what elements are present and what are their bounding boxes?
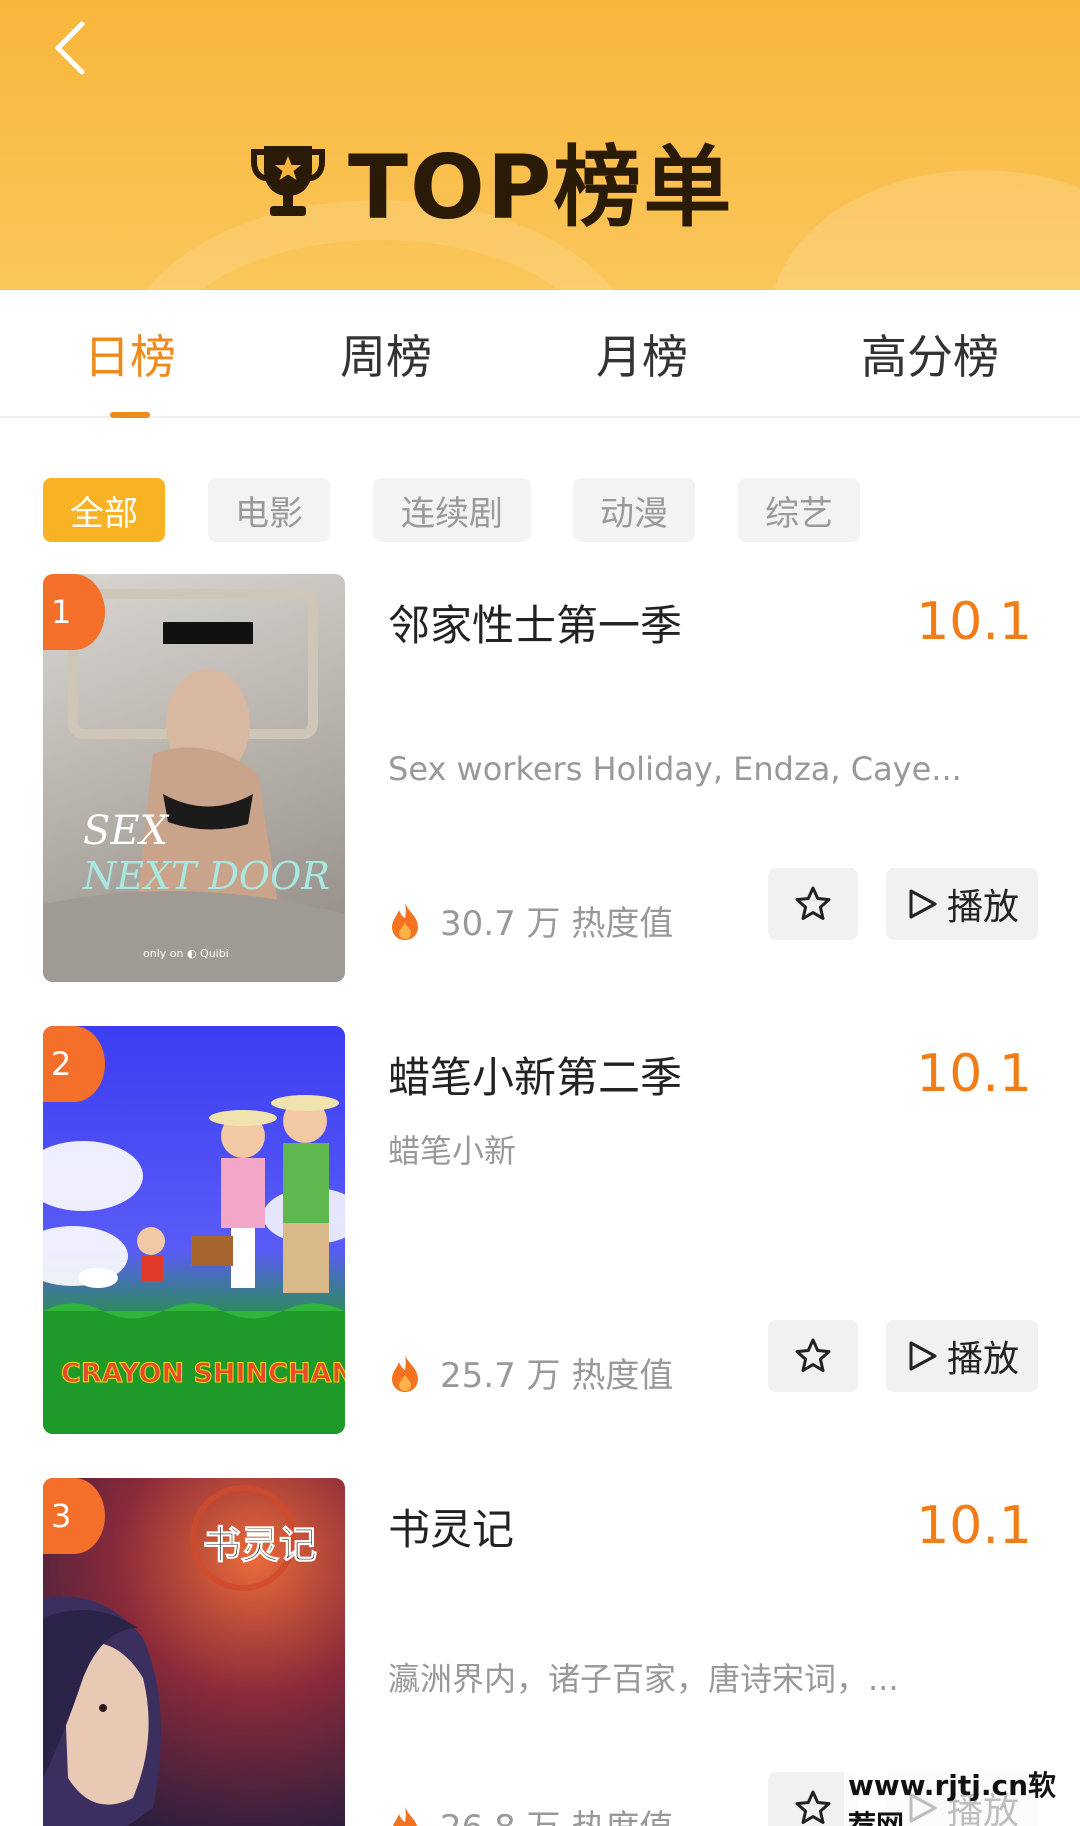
heat-text: 30.7 万 热度值 [440,904,674,944]
favorite-button[interactable] [768,868,858,940]
rank-badge: 3 [43,1478,105,1554]
list-item[interactable]: SEX NEXT DOOR only on ◐ Quibi 1 邻家性士第一季 … [0,574,1080,984]
flame-icon [392,1354,418,1392]
header-banner: TOP榜单 [0,0,1080,290]
star-icon [795,1338,831,1372]
poster-image[interactable]: CRAYON SHINCHAN 2 [43,1026,345,1434]
item-title[interactable]: 书灵记 [388,1496,514,1557]
trophy-icon [251,146,325,216]
heat-value: 25.7 万 热度值 [388,1348,673,1397]
rank-badge: 2 [43,1026,105,1102]
header-decoration [770,170,1080,290]
tab-label: 高分榜 [861,330,999,384]
filter-all[interactable]: 全部 [43,478,165,542]
filter-movie[interactable]: 电影 [208,478,330,542]
poster-caption: only on ◐ Quibi [143,947,229,960]
poster-image[interactable]: SEX NEXT DOOR only on ◐ Quibi 1 [43,574,345,982]
tab-label: 日榜 [84,330,176,384]
item-description: Sex workers Holiday, Endza, Caye... [388,750,962,788]
play-icon [909,1341,937,1371]
item-score: 10.1 [916,592,1032,652]
favorite-button[interactable] [768,1320,858,1392]
rank-badge: 1 [43,574,105,650]
tab-high-score[interactable]: 高分榜 [820,290,1040,418]
poster-title-line2: NEXT DOOR [82,854,330,898]
star-icon [795,1790,831,1824]
heat-text: 25.7 万 热度值 [440,1356,674,1396]
heat-value: 30.7 万 热度值 [388,896,673,945]
page-title-group: TOP榜单 [250,130,733,239]
filter-anime[interactable]: 动漫 [573,478,695,542]
flame-icon [392,902,418,940]
play-button[interactable]: 播放 [886,1320,1038,1392]
filter-series[interactable]: 连续剧 [373,478,531,542]
list-item[interactable]: CRAYON SHINCHAN 2 蜡笔小新第二季 10.1 蜡笔小新 25.7… [0,1026,1080,1436]
back-button[interactable] [48,18,98,78]
item-description: 蜡笔小新 [388,1132,517,1170]
tab-active-indicator [110,412,150,418]
star-icon [795,886,831,920]
tab-weekly[interactable]: 周榜 [296,290,476,418]
play-icon [909,889,937,919]
filter-variety[interactable]: 综艺 [738,478,860,542]
poster-title-line1: SEX [83,808,170,854]
tab-label: 月榜 [596,330,688,384]
poster-title: CRAYON SHINCHAN [61,1358,345,1389]
heat-text: 26.8 万 热度值 [440,1800,673,1826]
play-label: 播放 [946,887,1019,928]
poster-title: 书灵记 [203,1522,317,1567]
flame-icon [392,1806,418,1826]
item-title[interactable]: 蜡笔小新第二季 [388,1044,682,1105]
play-button[interactable]: 播放 [886,868,1038,940]
tab-label: 周榜 [340,330,432,384]
item-title[interactable]: 邻家性士第一季 [388,592,682,653]
ranking-tabs: 日榜 周榜 月榜 高分榜 [0,290,1080,418]
item-description: 瀛洲界内，诸子百家，唐诗宋词，... [388,1660,899,1698]
poster-image[interactable]: 书灵记 3 [43,1478,345,1826]
play-label: 播放 [946,1339,1019,1380]
tab-daily[interactable]: 日榜 [40,290,220,418]
page-title: TOP榜单 [348,135,734,239]
chevron-left-icon [55,21,85,75]
item-score: 10.1 [916,1496,1032,1556]
heat-value: 26.8 万 热度值 [388,1800,673,1826]
tab-monthly[interactable]: 月榜 [552,290,732,418]
site-watermark: www.rjtj.cn软荐网 [844,1762,1080,1826]
item-score: 10.1 [916,1044,1032,1104]
